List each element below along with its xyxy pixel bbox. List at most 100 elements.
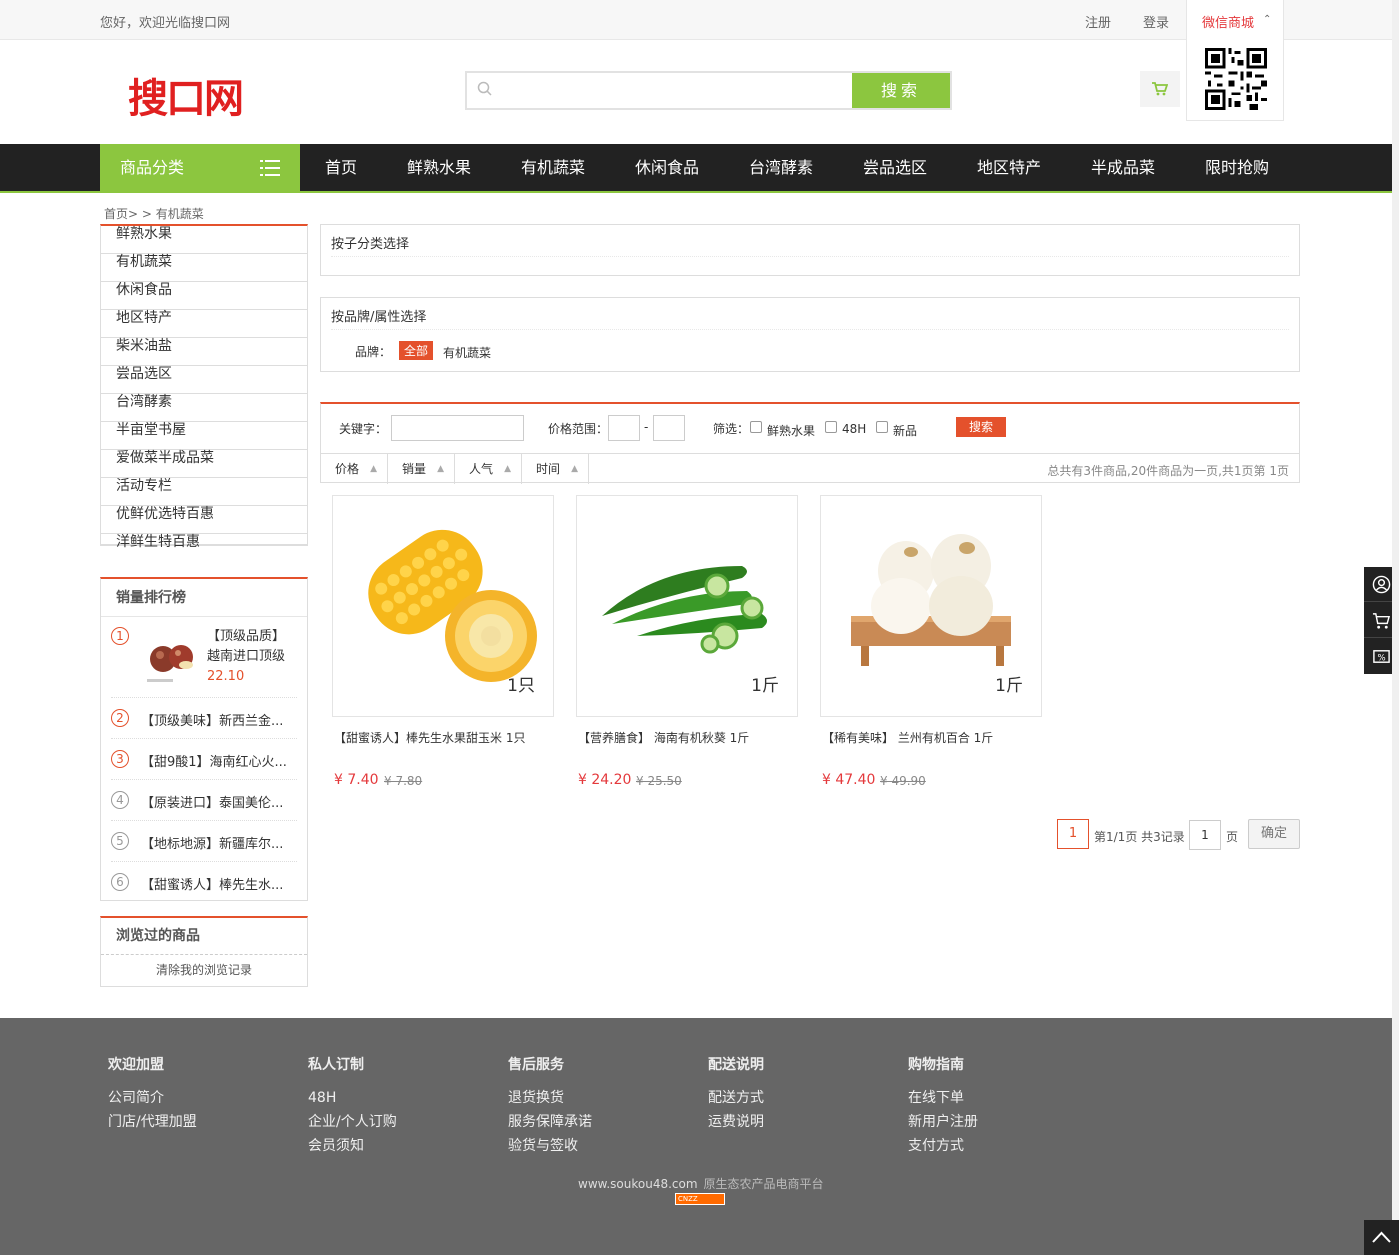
- left-category-item[interactable]: 洋鲜生特百惠: [101, 534, 307, 550]
- new-checkbox[interactable]: [876, 421, 888, 433]
- cart-button[interactable]: [1140, 71, 1180, 107]
- filter-search-button[interactable]: 搜索: [956, 417, 1006, 437]
- sort-by-sales[interactable]: 销量 ▲: [388, 454, 455, 484]
- nav-item-semi-finished[interactable]: 半成品菜: [1091, 144, 1155, 191]
- sort-by-price[interactable]: 价格 ▲: [321, 454, 388, 484]
- cnzz-badge[interactable]: CNZZ: [675, 1193, 725, 1205]
- product-name[interactable]: 【营养膳食】 海南有机秋葵 1斤: [578, 729, 749, 746]
- ranking-item[interactable]: 5 【地标地源】新疆库尔...: [111, 820, 297, 861]
- footer-link[interactable]: 门店/代理加盟: [108, 1110, 308, 1134]
- page-current[interactable]: 1: [1057, 819, 1089, 849]
- product-price: ¥ 7.40: [334, 772, 379, 788]
- footer-column-join: 欢迎加盟 公司简介 门店/代理加盟: [108, 1054, 308, 1134]
- nav-item-home[interactable]: 首页: [325, 144, 357, 191]
- brand-filter-title: 按品牌/属性选择: [331, 310, 427, 325]
- product-card[interactable]: 1斤 【稀有美味】 兰州有机百合 1斤 ¥ 47.40 ¥ 49.90: [820, 495, 1042, 795]
- product-image[interactable]: 1斤: [576, 495, 798, 717]
- price-max-input[interactable]: [653, 415, 685, 441]
- left-category-item[interactable]: 半亩堂书屋: [101, 422, 307, 450]
- back-to-top-button[interactable]: [1364, 1220, 1399, 1255]
- product-image[interactable]: 1只: [332, 495, 554, 717]
- footer-heading: 购物指南: [908, 1057, 964, 1073]
- login-link[interactable]: 登录: [1143, 12, 1169, 31]
- sales-ranking: 销量排行榜 1 【顶级品质】越南进口顶级 22.10 2 【顶级美味】新西兰金.…: [100, 577, 308, 901]
- search-input[interactable]: [499, 73, 849, 108]
- 48h-checkbox[interactable]: [825, 421, 837, 433]
- footer-link[interactable]: 企业/个人订购: [308, 1110, 508, 1134]
- nav-item-fruit[interactable]: 鲜熟水果: [407, 144, 471, 191]
- product-card[interactable]: 1斤 【营养膳食】 海南有机秋葵 1斤 ¥ 24.20 ¥ 25.50: [576, 495, 798, 795]
- search-box: 搜索: [465, 71, 952, 110]
- category-menu-button[interactable]: 商品分类: [100, 144, 300, 191]
- new-checkbox-label: 新品: [893, 424, 918, 438]
- footer-link[interactable]: 配送方式: [708, 1086, 908, 1110]
- left-category-item[interactable]: 有机蔬菜: [101, 254, 307, 282]
- footer-link[interactable]: 在线下单: [908, 1086, 1108, 1110]
- left-category-item[interactable]: 鲜熟水果: [101, 226, 307, 254]
- page-number-input[interactable]: 1: [1189, 820, 1221, 850]
- nav-item-snacks[interactable]: 休闲食品: [635, 144, 699, 191]
- footer-column-delivery: 配送说明 配送方式 运费说明: [708, 1054, 908, 1134]
- left-category-item[interactable]: 休闲食品: [101, 282, 307, 310]
- clear-history-link[interactable]: 清除我的浏览记录: [101, 955, 307, 985]
- wechat-mall-dropdown[interactable]: 微信商城 ⌃: [1186, 0, 1284, 121]
- product-thumbnail: [141, 635, 203, 687]
- coupon-icon: %: [1373, 650, 1390, 663]
- product-unit: 1只: [507, 676, 535, 696]
- product-name[interactable]: 【稀有美味】 兰州有机百合 1斤: [822, 729, 993, 746]
- register-link[interactable]: 注册: [1085, 12, 1111, 31]
- left-category-item[interactable]: 地区特产: [101, 310, 307, 338]
- brand-option-organic[interactable]: 有机蔬菜: [443, 344, 491, 361]
- ranking-item[interactable]: 4 【原装进口】泰国美伦...: [111, 779, 297, 820]
- footer-link[interactable]: 新用户注册: [908, 1110, 1108, 1134]
- site-url[interactable]: www.soukou48.com: [578, 1177, 698, 1191]
- footer-column-guide: 购物指南 在线下单 新用户注册 支付方式: [908, 1054, 1108, 1158]
- ranking-first-item[interactable]: 1 【顶级品质】越南进口顶级 22.10: [111, 627, 297, 697]
- ranking-first-name: 【顶级品质】越南进口顶级: [207, 629, 286, 664]
- product-name[interactable]: 【甜蜜诱人】棒先生水果甜玉米 1只: [334, 729, 525, 746]
- page-go-button[interactable]: 确定: [1248, 819, 1300, 849]
- left-category-item[interactable]: 台湾酵素: [101, 394, 307, 422]
- ranking-item[interactable]: 3 【甜9酸1】海南红心火...: [111, 738, 297, 779]
- nav-item-tasting[interactable]: 尝品选区: [863, 144, 927, 191]
- price-min-input[interactable]: [608, 415, 640, 441]
- search-icon: [477, 81, 492, 96]
- product-image[interactable]: 1斤: [820, 495, 1042, 717]
- sort-by-time[interactable]: 时间 ▲: [522, 454, 589, 484]
- breadcrumb[interactable]: 首页> > 有机蔬菜: [104, 205, 204, 222]
- left-category-item[interactable]: 爱做菜半成品菜: [101, 450, 307, 478]
- nav-item-flash-sale[interactable]: 限时抢购: [1205, 144, 1269, 191]
- footer-link[interactable]: 退货换货: [508, 1086, 708, 1110]
- fruit-checkbox[interactable]: [750, 421, 762, 433]
- footer-link[interactable]: 支付方式: [908, 1134, 1108, 1158]
- sort-arrow-icon: ▲: [571, 464, 578, 474]
- footer-link[interactable]: 运费说明: [708, 1110, 908, 1134]
- left-category-item[interactable]: 柴米油盐: [101, 338, 307, 366]
- left-category-item[interactable]: 活动专栏: [101, 478, 307, 506]
- keyword-input[interactable]: [391, 415, 524, 441]
- footer-link[interactable]: 48H: [308, 1086, 508, 1110]
- footer-link[interactable]: 会员须知: [308, 1134, 508, 1158]
- product-unit: 1斤: [751, 676, 779, 696]
- footer-heading: 售后服务: [508, 1057, 564, 1073]
- sort-row: 价格 ▲ 销量 ▲ 人气 ▲ 时间 ▲ 总共有3件商品,20件商品为一页,共1页第 1页: [321, 453, 1299, 484]
- search-button[interactable]: 搜索: [852, 73, 950, 108]
- fruit-checkbox-label: 鲜熟水果: [767, 424, 816, 438]
- brand-all-button[interactable]: 全部: [399, 341, 434, 360]
- page-info: 第1/1页 共3记录: [1094, 830, 1185, 844]
- nav-item-enzyme[interactable]: 台湾酵素: [749, 144, 813, 191]
- site-logo[interactable]: 搜口网: [128, 66, 244, 124]
- nav-item-regional[interactable]: 地区特产: [977, 144, 1041, 191]
- ranking-item[interactable]: 2 【顶级美味】新西兰金...: [111, 697, 297, 738]
- ranking-item-name: 【原装进口】泰国美伦...: [141, 796, 284, 811]
- ranking-item[interactable]: 6 【甜蜜诱人】棒先生水...: [111, 861, 297, 902]
- footer-link[interactable]: 公司简介: [108, 1086, 308, 1110]
- footer-link[interactable]: 验货与签收: [508, 1134, 708, 1158]
- product-card[interactable]: 1只 【甜蜜诱人】棒先生水果甜玉米 1只 ¥ 7.40 ¥ 7.80: [332, 495, 554, 795]
- page-scrollbar[interactable]: [1392, 0, 1399, 1255]
- left-category-item[interactable]: 尝品选区: [101, 366, 307, 394]
- nav-item-vegetables[interactable]: 有机蔬菜: [521, 144, 585, 191]
- left-category-item[interactable]: 优鲜优选特百惠: [101, 506, 307, 534]
- sort-by-popularity[interactable]: 人气 ▲: [455, 454, 522, 484]
- footer-link[interactable]: 服务保障承诺: [508, 1110, 708, 1134]
